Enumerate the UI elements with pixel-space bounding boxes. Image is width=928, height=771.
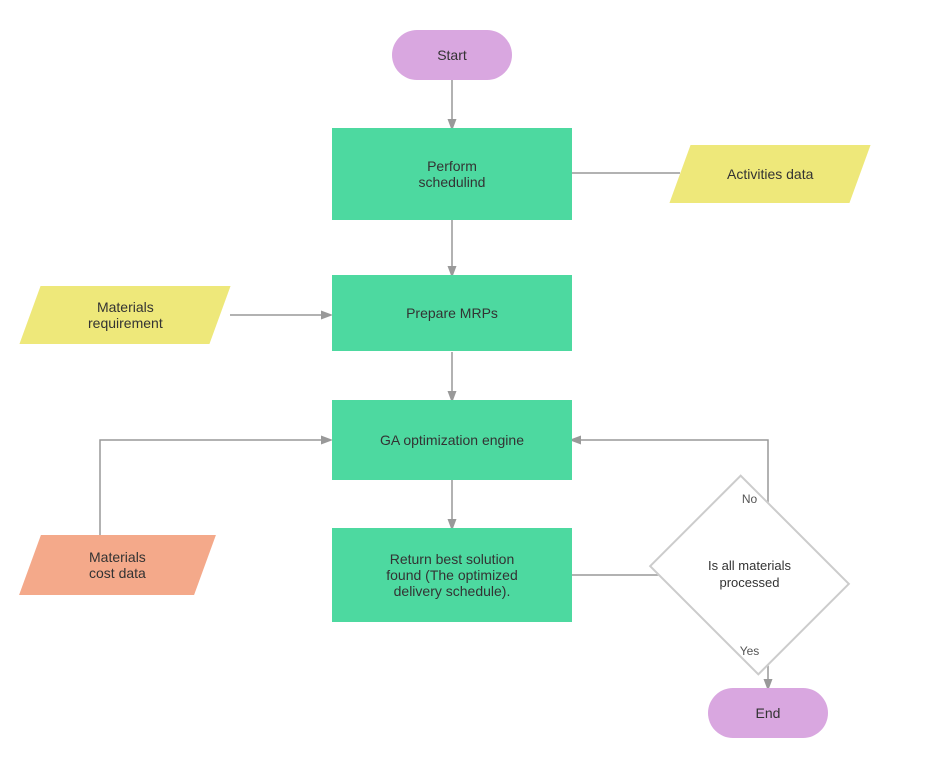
start-node: Start [392, 30, 512, 80]
perform-label: Performschedulind [419, 158, 486, 190]
no-label: No [742, 492, 757, 506]
return-node: Return best solutionfound (The optimized… [332, 528, 572, 622]
activities-label: Activities data [727, 166, 813, 182]
end-node: End [708, 688, 828, 738]
materials-cost-node: Materialscost data [19, 535, 216, 595]
return-label: Return best solutionfound (The optimized… [386, 551, 518, 599]
flowchart: Start Performschedulind Activities data … [0, 0, 928, 771]
materials-req-node: Materialsrequirement [19, 286, 230, 344]
ga-node: GA optimization engine [332, 400, 572, 480]
diamond-node: Is all materialsprocessed No Yes [672, 510, 827, 640]
diamond-label: Is all materialsprocessed [708, 558, 791, 592]
materials-cost-label: Materialscost data [89, 549, 146, 581]
perform-node: Performschedulind [332, 128, 572, 220]
end-label: End [756, 705, 781, 721]
yes-label: Yes [740, 644, 760, 658]
start-label: Start [437, 47, 467, 63]
prepare-label: Prepare MRPs [406, 305, 498, 321]
arrows-svg [0, 0, 928, 771]
activities-node: Activities data [669, 145, 870, 203]
prepare-node: Prepare MRPs [332, 275, 572, 351]
ga-label: GA optimization engine [380, 432, 524, 448]
materials-req-label: Materialsrequirement [88, 299, 163, 331]
